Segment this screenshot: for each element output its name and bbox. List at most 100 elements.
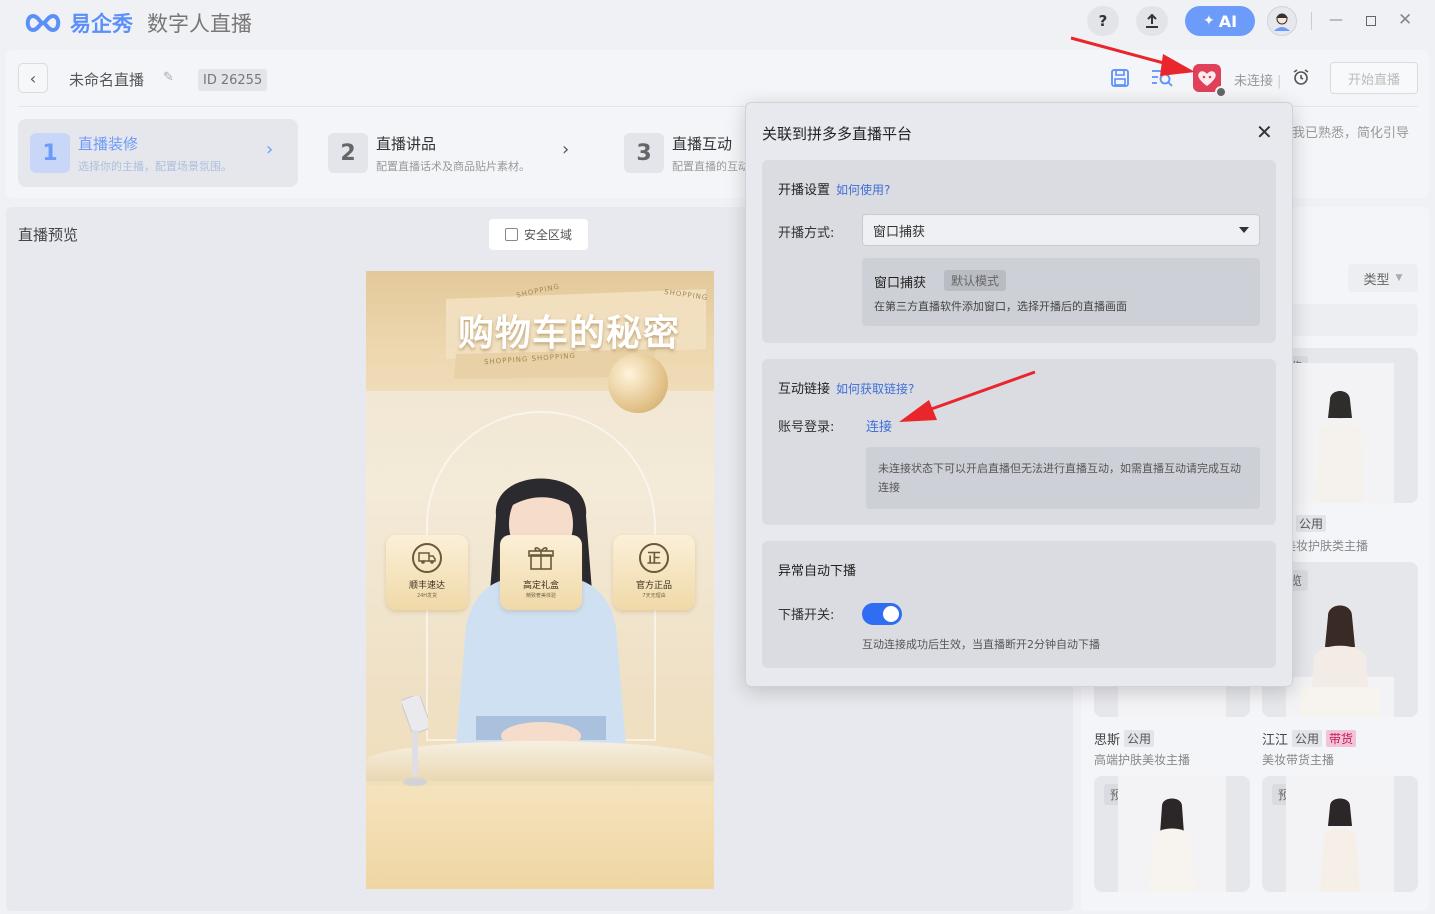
broadcast-mode-select[interactable]: 窗口捕获	[862, 214, 1260, 246]
default-mode-tag: 默认模式	[944, 270, 1007, 291]
mode-value: 窗口捕获	[873, 224, 926, 240]
auto-stop-desc: 互动连接成功后生效，当直播断开2分钟自动下播	[862, 638, 1100, 651]
safe-area-checkbox[interactable]	[504, 228, 518, 241]
feature-shipping: 顺丰速达 24H发货	[386, 535, 468, 610]
step-products[interactable]: 2 直播讲品配置直播话术及商品贴片素材。 ›	[316, 119, 586, 187]
connect-link[interactable]: 连接	[866, 416, 892, 435]
host-card-desc: 美妆护肤类主播	[1284, 539, 1369, 553]
step-desc: 选择你的主播，配置场景氛围。	[78, 159, 232, 173]
stop-switch-label: 下播开关:	[778, 608, 835, 623]
phone-stand	[402, 696, 428, 786]
host-figure	[1300, 605, 1380, 717]
public-tag: 公用	[1124, 730, 1155, 747]
host-card-name: 思斯 公用	[1094, 729, 1155, 748]
account-login-label: 账号登录:	[778, 420, 835, 435]
chevron-right-icon: ›	[562, 139, 570, 160]
help-icon: ?	[1098, 12, 1108, 30]
gift-icon	[526, 543, 556, 573]
sparkle-icon: ✦	[1202, 13, 1215, 29]
chevron-right-icon: ›	[266, 139, 274, 160]
feature-sub: 精致奢美体验	[525, 593, 556, 599]
host-figure	[1320, 798, 1360, 892]
step-interaction[interactable]: 3 直播互动配置直播的互动	[612, 119, 752, 187]
preview-label: 直播预览	[18, 226, 79, 244]
host-search-input[interactable]	[1290, 304, 1418, 336]
goods-tag: 带货	[1326, 730, 1357, 747]
dialog-title: 关联到拼多多直播平台	[762, 125, 913, 143]
section-heading: 互动链接 如何获取链接?	[778, 382, 915, 397]
minimize-icon: —	[1329, 12, 1343, 28]
truck-icon	[412, 543, 442, 573]
step-number: 2	[328, 133, 368, 173]
product-name: 数字人直播	[147, 12, 252, 36]
ai-label: AI	[1218, 11, 1238, 31]
chevron-down-icon: ▼	[1395, 273, 1403, 283]
feature-title: 高定礼盒	[522, 581, 559, 591]
host-card[interactable]: 预览	[1094, 776, 1250, 892]
host-card-name: 江江 公用 带货	[1262, 729, 1357, 748]
connection-status: 未连接 |	[1234, 74, 1282, 89]
infinity-logo-icon	[25, 13, 61, 33]
host-card-name: 公用	[1296, 515, 1327, 532]
mode-info-box	[862, 258, 1260, 326]
chevron-left-icon: ‹	[29, 68, 37, 88]
public-tag: 公用	[1292, 730, 1323, 747]
red-arrow-annotation	[1070, 36, 1195, 76]
feature-gift: 高定礼盒 精致奢美体验	[500, 535, 582, 610]
edit-icon[interactable]: ✎	[163, 70, 174, 85]
caret-down-icon	[1239, 227, 1249, 233]
auto-stop-toggle[interactable]	[862, 603, 902, 625]
host-card-desc: 美妆带货主播	[1262, 753, 1335, 767]
zheng-icon: 正	[639, 543, 669, 573]
host-card[interactable]: 预览	[1262, 776, 1418, 892]
step-number: 3	[624, 133, 664, 173]
step-decoration[interactable]: 1 直播装修选择你的主播，配置场景氛围。 ›	[18, 119, 298, 187]
step-desc: 配置直播的互动	[672, 159, 749, 173]
close-window-button[interactable]: ✕	[1398, 10, 1412, 30]
step-desc: 配置直播话术及商品贴片素材。	[376, 159, 530, 173]
safe-area-toggle[interactable]: 安全区域	[489, 219, 588, 250]
titlebar-divider	[1311, 12, 1312, 30]
mode-label: 开播方式:	[778, 226, 835, 241]
red-arrow-annotation	[899, 370, 1036, 422]
simplify-guide-link[interactable]: 我已熟悉，简化引导	[1292, 122, 1409, 141]
mode-info-desc: 在第三方直播软件添加窗口，选择开播后的直播画面	[874, 300, 1127, 313]
feature-genuine: 正 官方正品 7天无理由	[613, 535, 695, 610]
section-heading: 异常自动下播	[778, 564, 857, 579]
brand-name: 易企秀	[70, 12, 133, 36]
step-number: 1	[30, 133, 70, 173]
gold-sphere	[608, 353, 668, 413]
maximize-button[interactable]	[1366, 16, 1376, 26]
feature-title: 官方正品	[635, 581, 672, 591]
safe-area-label: 安全区域	[523, 228, 572, 242]
upload-icon	[1146, 14, 1158, 28]
close-icon: ✕	[1398, 10, 1413, 30]
type-filter-dropdown[interactable]: 类型 ▼	[1348, 264, 1418, 292]
live-title[interactable]: 未命名直播	[69, 69, 144, 90]
banner-title: 购物车的秘密	[458, 313, 681, 354]
minimize-button[interactable]: —	[1329, 12, 1343, 28]
back-button[interactable]: ‹	[18, 63, 48, 93]
feature-title: 顺丰速达	[408, 581, 445, 591]
feature-sub: 7天无理由	[642, 593, 666, 599]
host-figure	[1148, 798, 1196, 892]
host-card-desc: 高端护肤美妆主播	[1094, 753, 1191, 767]
app-logo: 易企秀 数字人直播	[22, 9, 252, 37]
step-title: 直播互动	[672, 134, 733, 153]
user-avatar-icon	[1274, 13, 1290, 31]
how-to-use-link[interactable]: 如何使用?	[836, 183, 890, 197]
feature-sub: 24H发货	[416, 593, 438, 599]
dialog-close-icon[interactable]: ✕	[1256, 122, 1273, 142]
step-title: 直播讲品	[376, 134, 437, 153]
alarm-clock-icon[interactable]	[1292, 68, 1310, 90]
user-avatar[interactable]	[1267, 6, 1297, 36]
start-live-button[interactable]: 开始直播	[1330, 62, 1418, 94]
feature-strip	[366, 786, 714, 889]
connection-status-dot	[1215, 86, 1227, 98]
step-title: 直播装修	[78, 134, 139, 153]
id-value: 26255	[220, 72, 263, 88]
id-prefix: ID	[203, 72, 217, 88]
toggle-knob	[883, 606, 899, 622]
public-tag: 公用	[1296, 515, 1327, 532]
connection-warning: 未连接状态下可以开启直播但无法进行直播互动，如需直播互动请完成互动连接	[866, 447, 1260, 509]
